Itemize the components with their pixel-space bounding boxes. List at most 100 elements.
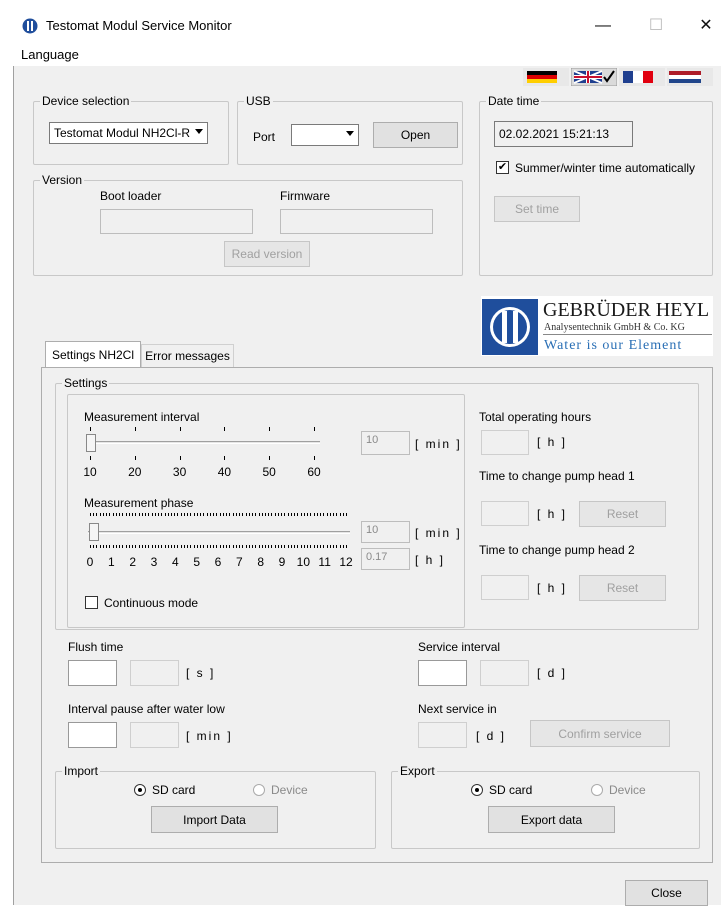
import-title: Import <box>62 764 101 778</box>
version-group: Version Boot loader Firmware Read versio… <box>33 173 463 276</box>
date-time-field[interactable]: 02.02.2021 15:21:13 <box>494 121 633 147</box>
slider-tick <box>187 545 189 548</box>
slider-tick <box>219 545 221 548</box>
port-select[interactable] <box>291 124 359 146</box>
device-selection-group: Device selection Testomat Modul NH2Cl-R <box>33 94 229 165</box>
close-window-button[interactable]: ✕ <box>683 12 721 40</box>
slider-tick <box>112 545 114 548</box>
slider-tick <box>196 545 198 548</box>
slider-tick <box>314 427 315 431</box>
slider-tick <box>151 513 153 516</box>
german-flag-icon[interactable] <box>523 68 569 86</box>
service-interval-secondary-field[interactable] <box>480 660 529 686</box>
reset-pump-head-2-button[interactable]: Reset <box>579 575 666 601</box>
slider-tick <box>90 513 91 516</box>
usb-group: USB Port Open <box>237 94 463 165</box>
summer-winter-checkbox[interactable]: ✔ <box>496 161 509 174</box>
flush-time-secondary-field[interactable] <box>130 660 179 686</box>
device-select[interactable]: Testomat Modul NH2Cl-R <box>49 122 208 144</box>
device-select-value: Testomat Modul NH2Cl-R <box>54 126 191 140</box>
slider-tick <box>213 545 215 548</box>
pump-head-2-field[interactable] <box>481 575 529 600</box>
slider-tick <box>141 513 143 516</box>
export-sd-card-label: SD card <box>489 783 533 797</box>
slider-tick <box>179 427 181 431</box>
import-device-radio[interactable] <box>253 784 265 796</box>
slider-tick <box>96 513 98 516</box>
company-subtitle: Analysentechnik GmbH & Co. KG <box>544 322 685 333</box>
total-operating-hours-field[interactable] <box>481 430 529 455</box>
slider-tick <box>177 545 179 548</box>
interval-pause-secondary-field[interactable] <box>130 722 179 748</box>
slider-tick <box>183 545 185 548</box>
open-button[interactable]: Open <box>373 122 458 148</box>
measurement-phase-min-field[interactable]: 10 <box>361 521 410 543</box>
slider-tick <box>93 545 95 548</box>
slider-tick <box>248 545 250 548</box>
slider-tick <box>336 513 338 516</box>
uk-flag-icon[interactable] <box>571 68 617 86</box>
flush-time-field[interactable] <box>68 660 117 686</box>
import-sd-card-label: SD card <box>152 783 196 797</box>
measurement-interval-slider-thumb[interactable] <box>86 434 96 452</box>
slider-tick <box>190 513 192 516</box>
measurement-phase-h-field[interactable]: 0.17 <box>361 548 410 570</box>
tab-error-messages[interactable]: Error messages <box>141 344 234 367</box>
read-version-button[interactable]: Read version <box>224 241 310 267</box>
import-group: Import SD card Device Import Data <box>55 764 376 849</box>
maximize-button[interactable]: ☐ <box>633 12 679 40</box>
french-flag-icon[interactable] <box>619 68 665 86</box>
slider-tick <box>303 545 305 548</box>
import-data-button[interactable]: Import Data <box>151 806 278 833</box>
slider-tick <box>290 545 292 548</box>
slider-tick <box>290 513 292 516</box>
export-sd-card-radio[interactable] <box>471 784 483 796</box>
slider-tick <box>145 545 147 548</box>
menu-language[interactable]: Language <box>21 47 79 62</box>
firmware-field[interactable] <box>280 209 433 234</box>
device-selection-title: Device selection <box>40 94 132 108</box>
close-button[interactable]: Close <box>625 880 708 906</box>
slider-tick <box>122 545 124 548</box>
title-bar: Testomat Modul Service Monitor — ☐ ✕ <box>0 0 721 44</box>
slider-tick <box>224 427 226 431</box>
slider-tick <box>269 427 271 431</box>
chevron-down-icon <box>346 131 354 136</box>
next-service-label: Next service in <box>418 702 497 716</box>
slider-tick <box>268 513 270 516</box>
minimize-button[interactable]: — <box>580 12 626 40</box>
slider-tick <box>128 545 130 548</box>
slider-tick <box>300 545 302 548</box>
measurement-phase-slider-thumb[interactable] <box>89 523 99 541</box>
slider-tick-label: 20 <box>128 465 142 479</box>
measurement-interval-unit: [ min ] <box>415 437 462 451</box>
service-interval-field[interactable] <box>418 660 467 686</box>
reset-pump-head-1-button[interactable]: Reset <box>579 501 666 527</box>
boot-loader-field[interactable] <box>100 209 253 234</box>
interval-pause-unit: [ min ] <box>186 729 233 743</box>
pump-head-1-field[interactable] <box>481 501 529 526</box>
dutch-flag-icon[interactable] <box>667 68 713 86</box>
export-device-radio[interactable] <box>591 784 603 796</box>
slider-tick <box>183 513 185 516</box>
set-time-button[interactable]: Set time <box>494 196 580 222</box>
tab-settings-nh2cl[interactable]: Settings NH2Cl <box>45 341 141 367</box>
measurement-interval-ticks-bottom <box>84 456 324 462</box>
slider-tick <box>216 545 218 548</box>
slider-tick <box>323 513 325 516</box>
export-data-button[interactable]: Export data <box>488 806 615 833</box>
slider-tick <box>203 513 205 516</box>
company-logo: GEBRÜDER HEYL Analysentechnik GmbH & Co.… <box>481 296 713 356</box>
measurement-interval-field[interactable]: 10 <box>361 431 410 455</box>
next-service-field[interactable] <box>418 722 467 748</box>
continuous-mode-checkbox[interactable] <box>85 596 98 609</box>
slider-tick <box>242 545 244 548</box>
interval-pause-field[interactable] <box>68 722 117 748</box>
slider-tick <box>167 513 169 516</box>
slider-tick <box>229 513 231 516</box>
version-title: Version <box>40 173 85 187</box>
measurement-interval-ticks-top <box>84 427 324 433</box>
slider-tick <box>339 513 341 516</box>
confirm-service-button[interactable]: Confirm service <box>530 720 670 747</box>
import-sd-card-radio[interactable] <box>134 784 146 796</box>
